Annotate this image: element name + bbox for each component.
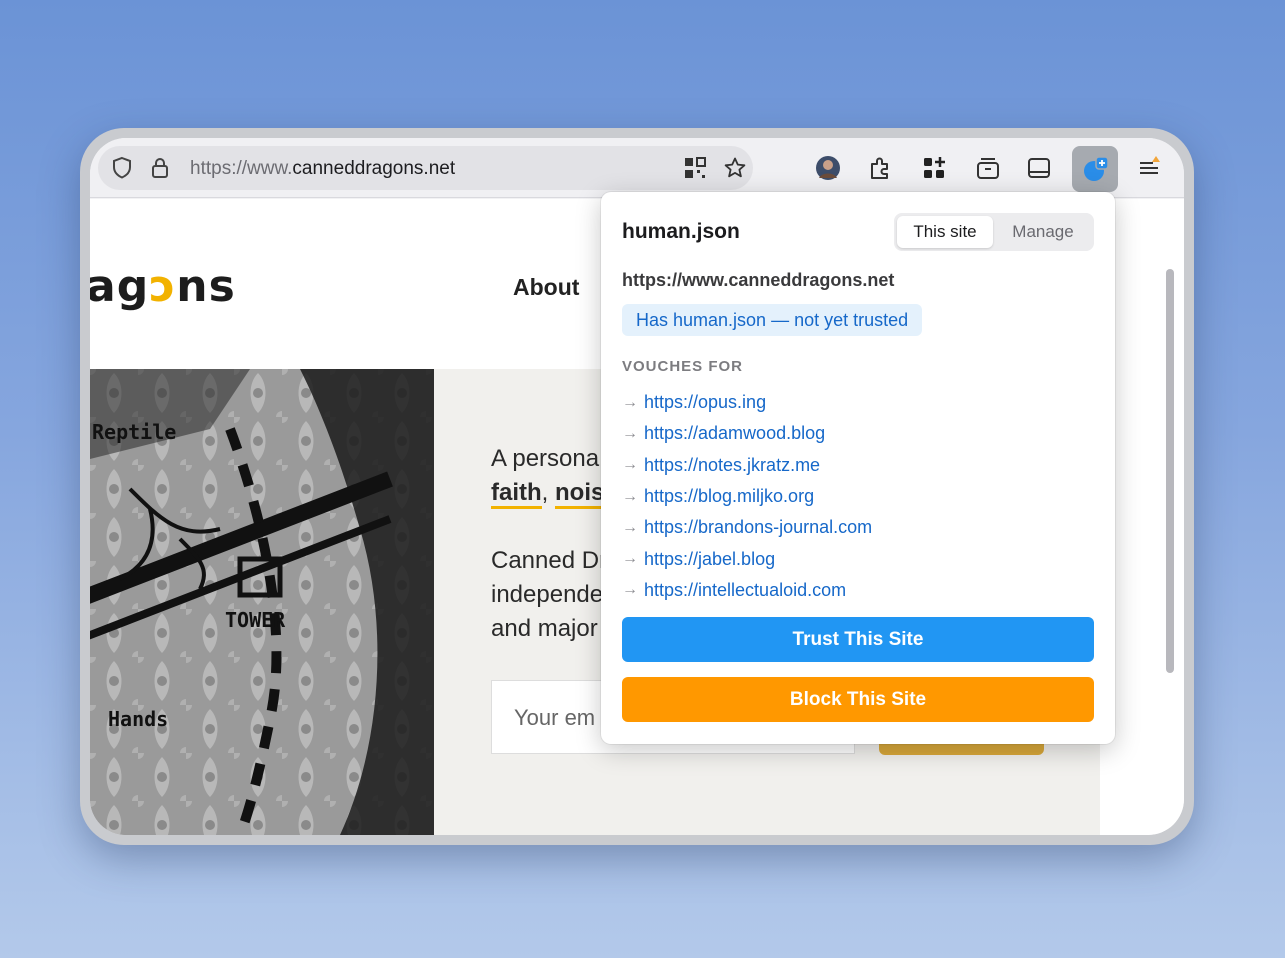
hero-line-4: independe [491, 581, 604, 608]
page-scrollbar[interactable] [1164, 269, 1176, 709]
url-domain: canneddragons.net [292, 158, 456, 179]
browser-toolbar: https://www.canneddragons.net [90, 138, 1184, 198]
arrow-right-icon: → [622, 581, 638, 599]
list-item: → https://blog.miljko.org [622, 481, 872, 512]
extensions-puzzle-icon[interactable] [866, 154, 894, 182]
bookmark-star-icon[interactable] [723, 156, 747, 180]
lock-icon[interactable] [148, 156, 172, 180]
hero-line-3: Canned Dr [491, 547, 608, 574]
vouches-list: → https://opus.ing → https://adamwood.blog… [622, 387, 872, 606]
popup-site-url: https://www.canneddragons.net [622, 270, 895, 290]
hero-artwork: Reptile TOWER Hands [90, 369, 434, 835]
vouch-link[interactable]: https://jabel.blog [644, 549, 775, 570]
svg-text:Reptile: Reptile [92, 420, 176, 444]
svg-text:Hands: Hands [108, 707, 168, 731]
address-bar[interactable]: https://www.canneddragons.net [98, 146, 753, 190]
vouch-link[interactable]: https://blog.miljko.org [644, 486, 814, 507]
hero-line-1: A persona [491, 445, 600, 472]
hero-illustration: Reptile TOWER Hands [90, 369, 434, 835]
tab-manage[interactable]: Manage [995, 216, 1091, 248]
hero-line-5: and major [491, 615, 598, 642]
shield-icon[interactable] [110, 156, 134, 180]
scrollbar-thumb[interactable] [1166, 269, 1174, 673]
arrow-right-icon: → [622, 550, 638, 568]
add-widgets-icon[interactable] [920, 154, 948, 182]
avatar-icon[interactable] [814, 154, 842, 182]
arrow-right-icon: → [622, 424, 638, 442]
list-item: → https://jabel.blog [622, 543, 872, 574]
faith-link[interactable]: faith [491, 479, 542, 509]
tab-this-site[interactable]: This site [897, 216, 993, 248]
arrow-right-icon: → [622, 456, 638, 474]
url-text[interactable]: https://www.canneddragons.net [190, 158, 455, 180]
arrow-right-icon: → [622, 393, 638, 411]
list-item: → https://adamwood.blog [622, 418, 872, 449]
list-item: → https://intellectualoid.com [622, 575, 872, 606]
url-prefix: https://www. [190, 158, 293, 179]
hero-line-2: faith, nois [491, 479, 605, 509]
human-json-popup: human.json This site Manage https://www.… [601, 192, 1115, 744]
list-item: → https://notes.jkratz.me [622, 450, 872, 481]
block-site-button[interactable]: Block This Site [622, 677, 1094, 722]
nav-about-link[interactable]: About [513, 274, 579, 301]
site-logo[interactable]: agɔns [90, 261, 236, 312]
sidebar-tablet-icon[interactable] [1025, 154, 1053, 182]
vouch-link[interactable]: https://notes.jkratz.me [644, 455, 820, 476]
vouch-link[interactable]: https://brandons-journal.com [644, 517, 872, 538]
hero-comma: , [541, 479, 556, 506]
vouches-heading: VOUCHES FOR [622, 358, 744, 375]
human-json-extension-button[interactable] [1072, 146, 1118, 192]
arrow-right-icon: → [622, 518, 638, 536]
qr-code-icon[interactable] [683, 156, 707, 180]
trust-site-button[interactable]: Trust This Site [622, 617, 1094, 662]
list-item: → https://opus.ing [622, 387, 872, 418]
vouch-link[interactable]: https://adamwood.blog [644, 423, 825, 444]
popup-title: human.json [622, 220, 740, 243]
vouch-link[interactable]: https://intellectualoid.com [644, 580, 846, 601]
archive-box-icon[interactable] [974, 154, 1002, 182]
arrow-right-icon: → [622, 487, 638, 505]
menu-hamburger-icon[interactable] [1135, 154, 1163, 182]
noise-link[interactable]: nois [555, 479, 605, 509]
status-badge: Has human.json — not yet trusted [622, 304, 923, 336]
popup-tab-switcher: This site Manage [894, 213, 1094, 251]
human-json-extension-icon [1084, 156, 1109, 181]
list-item: → https://brandons-journal.com [622, 512, 872, 543]
vouch-link[interactable]: https://opus.ing [644, 392, 766, 413]
svg-text:TOWER: TOWER [225, 608, 286, 632]
